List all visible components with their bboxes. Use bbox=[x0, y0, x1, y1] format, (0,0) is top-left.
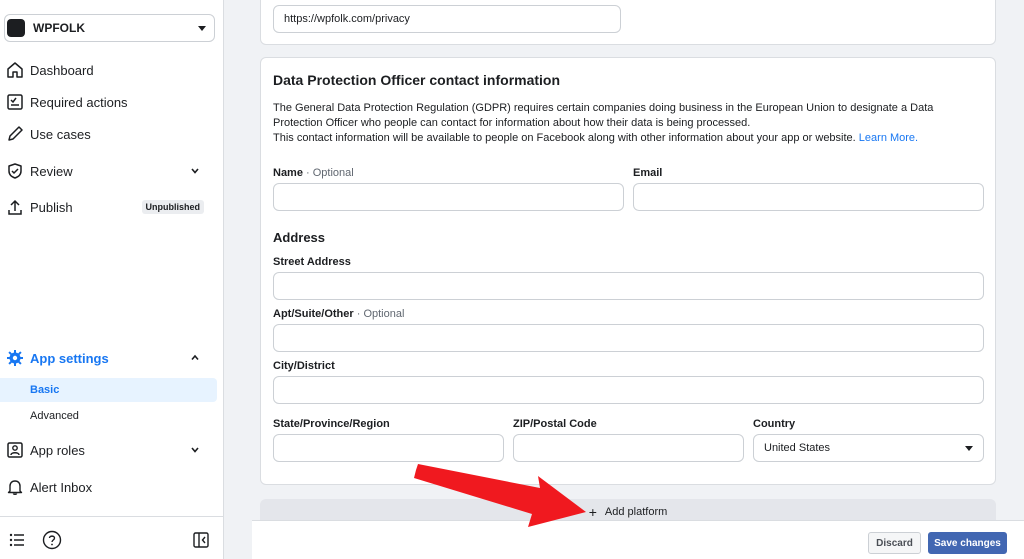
gear-icon bbox=[5, 348, 25, 368]
main-content: https://wpfolk.com/privacy Data Protecti… bbox=[224, 0, 1024, 559]
app-name: WPFOLK bbox=[33, 21, 85, 35]
zip-label: ZIP/Postal Code bbox=[513, 418, 597, 430]
checklist-icon bbox=[5, 92, 25, 112]
action-bar: Discard Save changes bbox=[252, 520, 1024, 559]
city-input[interactable] bbox=[273, 376, 984, 404]
name-label-text: Name bbox=[273, 167, 303, 179]
sidebar-item-app-roles[interactable]: App roles bbox=[0, 435, 216, 465]
dpo-card: Data Protection Officer contact informat… bbox=[260, 57, 996, 485]
add-platform-label: Add platform bbox=[604, 506, 668, 518]
address-title: Address bbox=[273, 230, 326, 245]
name-label: Name · Optional bbox=[273, 167, 354, 179]
sidebar: WPFOLK Dashboard Required actions Use ca… bbox=[0, 0, 224, 559]
country-value: United States bbox=[764, 442, 831, 454]
collapse-sidebar-icon[interactable] bbox=[190, 529, 212, 551]
dpo-desc-line2: This contact information will be availab… bbox=[273, 132, 856, 144]
street-label: Street Address bbox=[273, 256, 351, 268]
dpo-description: The General Data Protection Regulation (… bbox=[273, 101, 985, 146]
sidebar-item-label: Review bbox=[30, 163, 73, 179]
chevron-down-icon bbox=[190, 164, 200, 179]
learn-more-link[interactable]: Learn More. bbox=[859, 132, 918, 144]
sidebar-item-required-actions[interactable]: Required actions bbox=[0, 87, 216, 117]
privacy-policy-url-input[interactable]: https://wpfolk.com/privacy bbox=[273, 5, 621, 33]
zip-input[interactable] bbox=[513, 434, 744, 462]
dpo-desc-line1: The General Data Protection Regulation (… bbox=[273, 102, 934, 129]
app-selector[interactable]: WPFOLK bbox=[4, 14, 215, 42]
sidebar-item-label: Required actions bbox=[30, 94, 128, 110]
apt-input[interactable] bbox=[273, 324, 984, 352]
privacy-card: https://wpfolk.com/privacy bbox=[260, 0, 996, 45]
sidebar-footer bbox=[0, 516, 224, 559]
app-logo bbox=[7, 19, 25, 37]
plus-icon: + bbox=[588, 504, 597, 520]
email-input[interactable] bbox=[633, 183, 984, 211]
sidebar-item-alert-inbox[interactable]: Alert Inbox bbox=[0, 472, 216, 502]
chevron-down-icon bbox=[190, 443, 200, 458]
caret-down-icon bbox=[198, 25, 206, 31]
sidebar-item-label: Dashboard bbox=[30, 62, 94, 78]
dpo-title: Data Protection Officer contact informat… bbox=[273, 72, 561, 88]
city-label: City/District bbox=[273, 360, 335, 372]
sidebar-item-dashboard[interactable]: Dashboard bbox=[0, 55, 216, 85]
apt-label: Apt/Suite/Other · Optional bbox=[273, 308, 404, 320]
discard-button[interactable]: Discard bbox=[868, 532, 921, 554]
id-badge-icon bbox=[5, 440, 25, 460]
apt-label-text: Apt/Suite/Other bbox=[273, 308, 354, 320]
sidebar-item-app-settings[interactable]: App settings bbox=[0, 343, 216, 373]
chevron-up-icon bbox=[190, 351, 200, 366]
shield-check-icon bbox=[5, 161, 25, 181]
sidebar-item-label: App settings bbox=[30, 350, 109, 366]
help-icon[interactable] bbox=[41, 529, 63, 551]
save-changes-button[interactable]: Save changes bbox=[928, 532, 1007, 554]
sidebar-item-publish[interactable]: Publish Unpublished bbox=[0, 192, 216, 222]
country-label: Country bbox=[753, 418, 796, 430]
sidebar-item-review[interactable]: Review bbox=[0, 156, 216, 186]
sidebar-item-label: Use cases bbox=[30, 126, 91, 142]
status-badge: Unpublished bbox=[141, 200, 204, 214]
sidebar-subitem-basic[interactable]: Basic bbox=[0, 378, 217, 402]
optional-suffix: · Optional bbox=[306, 167, 354, 179]
sidebar-item-label: Alert Inbox bbox=[30, 479, 93, 495]
home-icon bbox=[5, 60, 25, 80]
sidebar-item-label: Publish bbox=[30, 199, 73, 215]
optional-suffix: · Optional bbox=[356, 308, 405, 320]
pencil-icon bbox=[5, 124, 25, 144]
sidebar-item-label: App roles bbox=[30, 442, 85, 458]
list-icon[interactable] bbox=[6, 529, 28, 551]
sidebar-subitem-advanced[interactable]: Advanced bbox=[0, 404, 217, 428]
bell-icon bbox=[5, 477, 25, 497]
sidebar-item-use-cases[interactable]: Use cases bbox=[0, 119, 216, 149]
country-select[interactable]: United States bbox=[753, 434, 984, 462]
upload-icon bbox=[5, 197, 25, 217]
email-label: Email bbox=[633, 167, 663, 179]
name-input[interactable] bbox=[273, 183, 624, 211]
state-label: State/Province/Region bbox=[273, 418, 390, 430]
state-input[interactable] bbox=[273, 434, 504, 462]
street-address-input[interactable] bbox=[273, 272, 984, 300]
caret-down-icon bbox=[965, 445, 973, 451]
